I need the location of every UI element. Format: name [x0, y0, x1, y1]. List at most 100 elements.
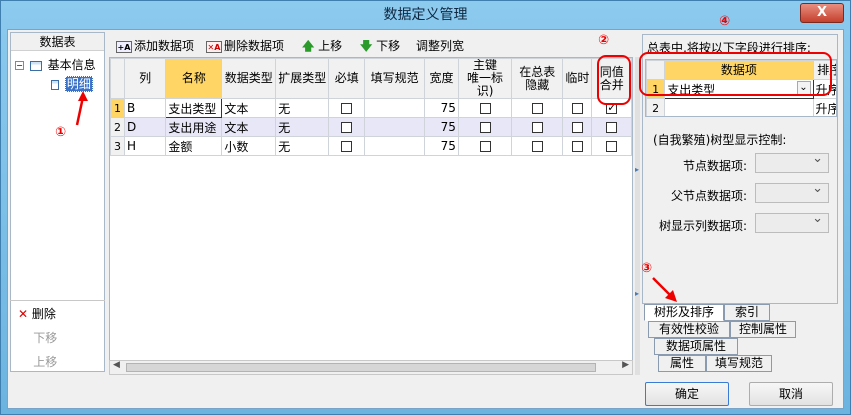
row-number[interactable]: 1: [110, 98, 125, 118]
delete-table-button[interactable]: ✕ 删除: [18, 305, 56, 322]
collapse-icon[interactable]: −: [15, 61, 24, 70]
cell-pk[interactable]: [457, 98, 513, 118]
column-header[interactable]: 列: [123, 58, 167, 99]
merge-checkbox[interactable]: [606, 122, 618, 133]
cell-pk[interactable]: [457, 136, 513, 156]
required-checkbox[interactable]: [341, 141, 353, 152]
move-down-button[interactable]: 🡇 下移: [360, 37, 400, 58]
cell-type[interactable]: 文本: [221, 98, 277, 118]
node-field-select[interactable]: [755, 151, 829, 173]
tab-control-props[interactable]: 控制属性: [730, 321, 796, 338]
cell-spec[interactable]: [364, 117, 425, 137]
scroll-thumb[interactable]: [126, 363, 596, 372]
tab-index[interactable]: 索引: [724, 304, 770, 321]
tab-fill-spec[interactable]: 填写规范: [706, 355, 772, 372]
close-button[interactable]: X: [800, 3, 844, 23]
horizontal-scrollbar[interactable]: ◀ ▶: [109, 360, 633, 375]
temp-checkbox[interactable]: [571, 103, 583, 114]
column-header[interactable]: 临时: [562, 58, 593, 99]
pk-checkbox[interactable]: [479, 141, 491, 152]
table-row[interactable]: 3 H 金额 小数 无 75: [110, 136, 632, 156]
pk-checkbox[interactable]: [479, 122, 491, 133]
cell-name[interactable]: 支出用途: [165, 117, 223, 137]
toolbar: +A 添加数据项 ✕A 删除数据项 🡅 上移 🡇 下移 调整列宽: [110, 34, 635, 56]
sort-order[interactable]: 升序: [812, 98, 836, 116]
cell-required[interactable]: [328, 98, 366, 118]
move-down-table-button[interactable]: 下移: [18, 329, 57, 346]
pk-checkbox[interactable]: [479, 103, 491, 114]
annotation-arrow-3: [652, 277, 677, 302]
cell-col[interactable]: B: [123, 98, 167, 118]
row-number[interactable]: 3: [110, 136, 125, 156]
cell-required[interactable]: [328, 117, 366, 137]
cell-temp[interactable]: [562, 136, 593, 156]
ok-button[interactable]: 确定: [645, 382, 729, 406]
cell-col[interactable]: D: [123, 117, 167, 137]
tree-column-select[interactable]: [755, 211, 829, 233]
column-header[interactable]: 扩展类型: [275, 58, 330, 99]
cell-col[interactable]: H: [123, 136, 167, 156]
cell-merge[interactable]: [591, 117, 632, 137]
cell-spec[interactable]: [364, 136, 425, 156]
tab-attributes[interactable]: 属性: [658, 355, 706, 372]
cell-ext[interactable]: 无: [275, 98, 330, 118]
add-field-button[interactable]: +A 添加数据项: [116, 37, 194, 54]
column-header[interactable]: 在总表 隐藏: [511, 58, 564, 99]
sort-row[interactable]: 2 升序: [646, 98, 836, 116]
cell-width[interactable]: 75: [424, 117, 459, 137]
remove-field-button[interactable]: ✕A 删除数据项: [206, 37, 284, 54]
temp-checkbox[interactable]: [571, 141, 583, 152]
required-checkbox[interactable]: [341, 122, 353, 133]
column-header[interactable]: 数据类型: [221, 58, 277, 99]
cell-hidden[interactable]: [511, 136, 564, 156]
column-header[interactable]: 必填: [328, 58, 366, 99]
cell-hidden[interactable]: [511, 117, 564, 137]
adjust-width-button[interactable]: 调整列宽: [416, 37, 464, 54]
cell-temp[interactable]: [562, 117, 593, 137]
cell-type[interactable]: 小数: [221, 136, 277, 156]
cell-ext[interactable]: 无: [275, 117, 330, 137]
arrow-down-icon: 🡇: [360, 39, 373, 53]
splitter-arrow-icon[interactable]: ▸: [635, 165, 639, 174]
tab-validation[interactable]: 有效性校验: [648, 321, 730, 338]
field-grid: 列 名称 数据类型 扩展类型 必填 填写规范 宽度 主键 唯一标识) 在总表 隐…: [109, 57, 633, 375]
column-header[interactable]: 名称: [165, 58, 223, 99]
cell-temp[interactable]: [562, 98, 593, 118]
required-checkbox[interactable]: [341, 103, 353, 114]
cell-ext[interactable]: 无: [275, 136, 330, 156]
cell-required[interactable]: [328, 136, 366, 156]
hidden-checkbox[interactable]: [531, 122, 543, 133]
cancel-button[interactable]: 取消: [749, 382, 833, 406]
cell-merge[interactable]: [591, 136, 632, 156]
scroll-right-icon[interactable]: ▶: [622, 360, 629, 370]
tab-tree-sort[interactable]: 树形及排序: [644, 304, 724, 321]
cell-width[interactable]: 75: [424, 98, 459, 118]
sort-field[interactable]: [664, 98, 814, 116]
dialog-window: 数据定义管理 X 数据表 − 基本信息 明细 ✕ 删除 下移 上移 +A 添加数据: [0, 0, 851, 415]
cell-name[interactable]: 支出类型: [165, 98, 223, 118]
column-header[interactable]: 宽度: [424, 58, 459, 99]
row-number[interactable]: 2: [646, 98, 666, 116]
column-header[interactable]: 主键 唯一标识): [457, 58, 513, 99]
tree-node-root[interactable]: − 基本信息: [15, 56, 96, 73]
scroll-left-icon[interactable]: ◀: [113, 360, 120, 370]
cell-type[interactable]: 文本: [221, 117, 277, 137]
cell-pk[interactable]: [457, 117, 513, 137]
column-header[interactable]: 填写规范: [364, 58, 425, 99]
move-up-button[interactable]: 🡅 上移: [302, 37, 342, 58]
cell-width[interactable]: 75: [424, 136, 459, 156]
row-number[interactable]: 2: [110, 117, 125, 137]
parent-field-select[interactable]: [755, 181, 829, 203]
move-up-table-button[interactable]: 上移: [18, 353, 57, 370]
merge-checkbox[interactable]: [606, 141, 618, 152]
hidden-checkbox[interactable]: [531, 141, 543, 152]
splitter-arrow-icon[interactable]: ▸: [635, 289, 639, 298]
table-row[interactable]: 1 B 支出类型 文本 无 75: [110, 98, 632, 118]
cell-name[interactable]: 金额: [165, 136, 223, 156]
hidden-checkbox[interactable]: [531, 103, 543, 114]
temp-checkbox[interactable]: [571, 122, 583, 133]
cell-hidden[interactable]: [511, 98, 564, 118]
tab-field-props[interactable]: 数据项属性: [654, 338, 738, 355]
table-row[interactable]: 2 D 支出用途 文本 无 75: [110, 117, 632, 137]
cell-spec[interactable]: [364, 98, 425, 118]
